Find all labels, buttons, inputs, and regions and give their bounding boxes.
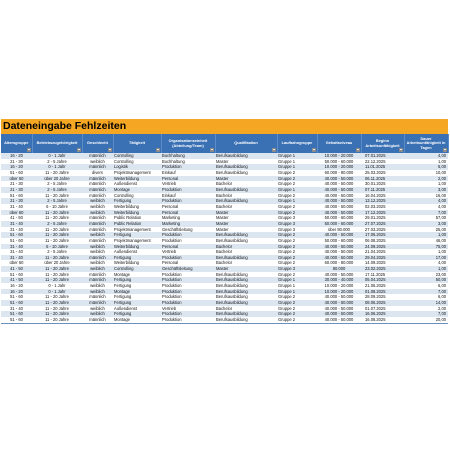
header-row: Altersgruppe Betriebszugehörigkeit Gesch… (1, 134, 449, 153)
column-header[interactable]: Tätigkeit (113, 134, 162, 153)
filter-dropdown-icon[interactable] (271, 148, 276, 152)
filter-dropdown-icon[interactable] (442, 148, 447, 152)
column-header[interactable]: Beginn Arbeitsunfähigkeit (361, 134, 405, 153)
table-row: 51 - 60 11 - 20 Jahre männlich Fertigung Pro… (1, 300, 448, 306)
filter-dropdown-icon[interactable] (107, 148, 112, 152)
filter-dropdown-icon[interactable] (311, 148, 316, 152)
filter-dropdown-icon[interactable] (155, 148, 160, 152)
column-header[interactable]: Altersgruppe (1, 134, 33, 153)
column-header[interactable]: Betriebszugehörigkeit (32, 134, 83, 153)
filter-dropdown-icon[interactable] (398, 148, 403, 152)
column-header[interactable]: Qualifikation (215, 134, 278, 153)
absence-table: Altersgruppe Betriebszugehörigkeit Gesch… (1, 134, 449, 323)
table-row: 51 - 60 11 - 20 Jahre männlich Montage Produ… (1, 317, 448, 323)
sheet-title: Dateneingabe Fehlzeiten (1, 119, 448, 134)
column-header[interactable]: Organisationseinheit (Abteilung/Team) (161, 134, 216, 153)
table-row: 51 - 60 11 - 20 Jahre divers Projektmanagem… (1, 169, 448, 176)
table-bottom-border (1, 322, 448, 324)
column-header[interactable]: Dauer Arbeitsunfähigkeit in Tagen (404, 134, 449, 153)
column-header[interactable]: Laufbahngruppe (277, 134, 318, 153)
filter-dropdown-icon[interactable] (355, 148, 360, 152)
table-row: 51 - 60 11 - 20 Jahre weiblich Fertigung Pro… (1, 232, 448, 238)
column-header[interactable]: Gehaltsniveau (317, 134, 362, 153)
spreadsheet: Dateneingabe Fehlzeiten Altersgruppe Bet… (1, 119, 449, 324)
filter-dropdown-icon[interactable] (26, 148, 31, 152)
filter-dropdown-icon[interactable] (76, 148, 81, 152)
column-header[interactable]: Geschlecht (82, 134, 114, 153)
table-row: 51 - 60 11 - 20 Jahre männlich Projektmanag… (1, 237, 448, 244)
filter-dropdown-icon[interactable] (209, 148, 214, 152)
table-row: 41 - 50 11 - 20 Jahre weiblich Controlling G… (1, 266, 448, 272)
